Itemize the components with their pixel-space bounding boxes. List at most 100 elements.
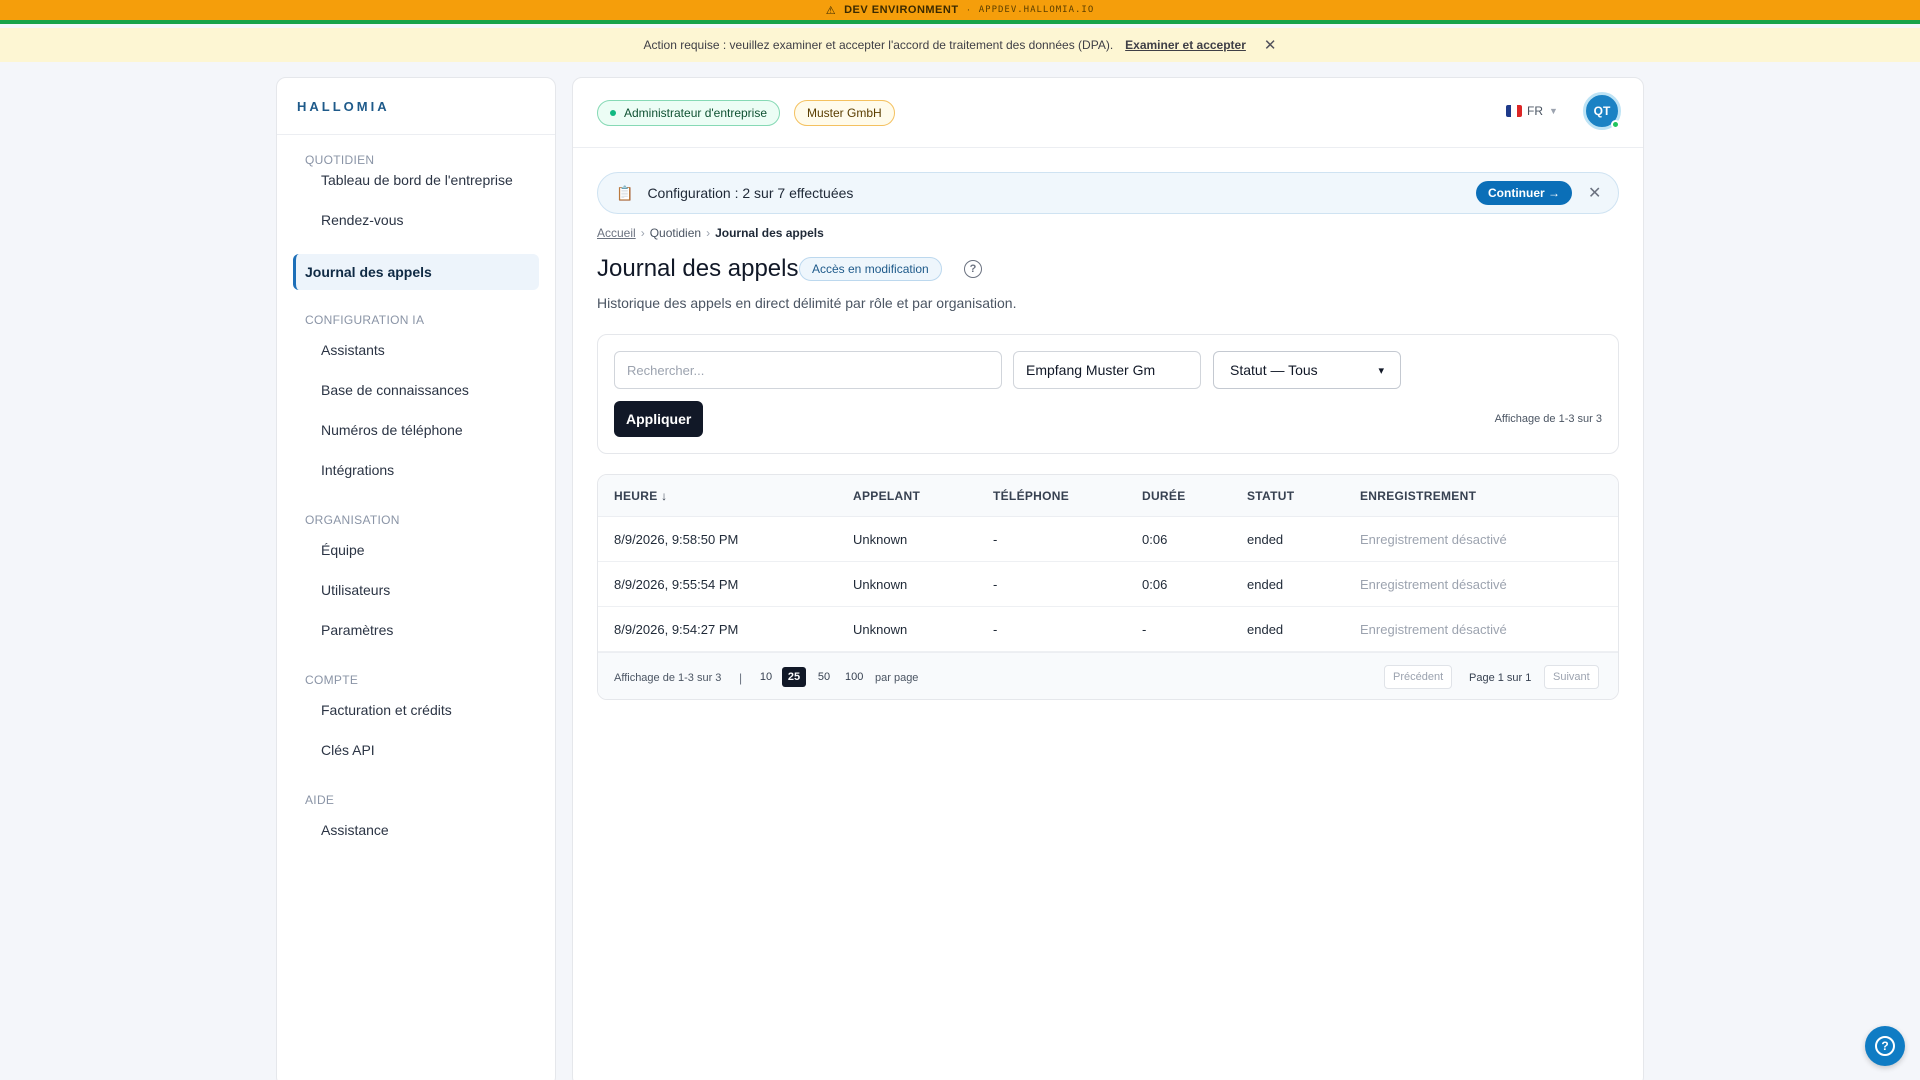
- breadcrumb-separator: ›: [706, 226, 711, 240]
- page-size-50[interactable]: 50: [812, 667, 836, 687]
- nav-section-organization: ORGANISATION: [305, 513, 400, 527]
- online-status-icon: [1611, 120, 1620, 129]
- cell-caller: Unknown: [853, 622, 908, 637]
- sidebar-item-label: Intégrations: [321, 462, 395, 478]
- column-header-time[interactable]: HEURE ↓: [614, 489, 667, 503]
- table-header: HEURE ↓ APPELANT TÉLÉPHONE DURÉE STATUT …: [598, 475, 1618, 517]
- sidebar-item-phone-numbers[interactable]: Numéros de téléphone: [293, 412, 539, 448]
- column-header-duration: DURÉE: [1142, 489, 1186, 503]
- sidebar-item-label: Équipe: [321, 542, 365, 558]
- footer-results-count: Affichage de 1-3 sur 3: [614, 672, 722, 684]
- footer-separator: |: [739, 671, 743, 685]
- apply-button[interactable]: Appliquer: [614, 401, 704, 437]
- page-size-100[interactable]: 100: [840, 667, 868, 687]
- cell-duration: 0:06: [1142, 577, 1168, 592]
- status-select-value: Statut — Tous: [1230, 362, 1318, 378]
- continue-button[interactable]: Continuer →: [1476, 181, 1572, 205]
- sidebar-item-label: Utilisateurs: [321, 582, 391, 598]
- results-count: Affichage de 1-3 sur 3: [1494, 413, 1602, 425]
- topbar: Administrateur d'entreprise Muster GmbH …: [573, 78, 1643, 148]
- dpa-action-text: Action requise : veuillez examiner et ac…: [643, 38, 1114, 52]
- cell-duration: 0:06: [1142, 532, 1168, 547]
- sidebar-item-appointments[interactable]: Rendez-vous: [293, 202, 539, 238]
- close-icon[interactable]: ✕: [1264, 36, 1277, 54]
- cell-duration: -: [1142, 622, 1147, 637]
- next-page-button[interactable]: Suivant: [1544, 665, 1599, 689]
- status-select[interactable]: Statut — Tous ▾: [1213, 351, 1401, 389]
- chevron-down-icon: ▼: [1549, 106, 1558, 116]
- help-circle-icon: ?: [1875, 1036, 1895, 1056]
- page-size-10[interactable]: 10: [754, 667, 778, 687]
- cell-status: ended: [1247, 532, 1284, 547]
- dev-environment-banner: ⚠ DEV ENVIRONMENT · APPDEV.HALLOMIA.IO: [0, 0, 1920, 24]
- page-size-25[interactable]: 25: [782, 667, 806, 687]
- setup-progress-banner: 📋 Configuration : 2 sur 7 effectuées Con…: [597, 172, 1619, 214]
- cell-recording: Enregistrement désactivé: [1360, 532, 1507, 547]
- table-row[interactable]: 8/9/2026, 9:54:27 PM Unknown - - ended E…: [598, 607, 1618, 652]
- sidebar-item-assistants[interactable]: Assistants: [293, 332, 539, 368]
- breadcrumb: Accueil › Quotidien › Journal des appels: [597, 226, 824, 240]
- breadcrumb-section[interactable]: Quotidien: [650, 226, 701, 240]
- nav-section-ai-config: CONFIGURATION IA: [305, 313, 425, 327]
- cell-recording: Enregistrement désactivé: [1360, 577, 1507, 592]
- cell-phone: -: [993, 577, 998, 592]
- sidebar-item-label: Base de connaissances: [321, 382, 469, 398]
- sidebar-item-label: Clés API: [321, 742, 375, 758]
- sidebar-item-knowledge-base[interactable]: Base de connaissances: [293, 372, 539, 408]
- avatar-initials: QT: [1593, 104, 1611, 118]
- main-panel: Administrateur d'entreprise Muster GmbH …: [572, 77, 1644, 1080]
- sidebar-item-support[interactable]: Assistance: [293, 812, 539, 848]
- sidebar-item-label: Assistance: [321, 822, 389, 838]
- cell-status: ended: [1247, 577, 1284, 592]
- sidebar-item-dashboard[interactable]: Tableau de bord de l'entreprise: [293, 162, 539, 198]
- filter-panel: Statut — Tous ▾ Appliquer Affichage de 1…: [597, 334, 1619, 454]
- help-icon[interactable]: ?: [964, 260, 982, 278]
- sidebar: HALLOMIA QUOTIDIEN Tableau de bord de l'…: [276, 77, 556, 1080]
- organization-filter-input[interactable]: [1013, 351, 1201, 389]
- cell-phone: -: [993, 532, 998, 547]
- help-fab-button[interactable]: ?: [1865, 1026, 1905, 1066]
- page-info: Page 1 sur 1: [1469, 672, 1532, 684]
- previous-page-button[interactable]: Précédent: [1384, 665, 1453, 689]
- sidebar-item-team[interactable]: Équipe: [293, 532, 539, 568]
- sidebar-item-label: Paramètres: [321, 622, 394, 638]
- close-icon[interactable]: ✕: [1588, 183, 1601, 203]
- sidebar-item-label: Tableau de bord de l'entreprise: [321, 172, 513, 188]
- dpa-action-banner: Action requise : veuillez examiner et ac…: [0, 28, 1920, 62]
- breadcrumb-home[interactable]: Accueil: [597, 226, 636, 240]
- review-accept-link[interactable]: Examiner et accepter: [1125, 38, 1246, 52]
- column-header-phone: TÉLÉPHONE: [993, 489, 1070, 503]
- sidebar-item-label: Facturation et crédits: [321, 702, 452, 718]
- organization-badge-label: Muster GmbH: [807, 106, 882, 120]
- role-badge: Administrateur d'entreprise: [597, 100, 781, 126]
- language-selector[interactable]: FR ▼: [1506, 104, 1558, 118]
- page-title: Journal des appels: [597, 255, 799, 282]
- sidebar-item-billing[interactable]: Facturation et crédits: [293, 692, 539, 728]
- sidebar-item-label: Numéros de téléphone: [321, 422, 463, 438]
- language-label: FR: [1527, 104, 1543, 118]
- table-row[interactable]: 8/9/2026, 9:58:50 PM Unknown - 0:06 ende…: [598, 517, 1618, 562]
- table-footer: Affichage de 1-3 sur 3 | 10 25 50 100 pa…: [598, 652, 1618, 699]
- clipboard-icon: 📋: [616, 184, 634, 201]
- cell-caller: Unknown: [853, 577, 908, 592]
- user-avatar[interactable]: QT: [1583, 92, 1621, 130]
- sidebar-item-users[interactable]: Utilisateurs: [293, 572, 539, 608]
- sidebar-item-integrations[interactable]: Intégrations: [293, 452, 539, 488]
- sidebar-item-label: Assistants: [321, 342, 385, 358]
- brand-logo[interactable]: HALLOMIA: [277, 78, 555, 135]
- organization-badge[interactable]: Muster GmbH: [794, 100, 895, 126]
- sidebar-item-call-log[interactable]: Journal des appels: [293, 254, 539, 290]
- search-input[interactable]: [614, 351, 1002, 389]
- nav-section-help: AIDE: [305, 793, 335, 807]
- sidebar-item-settings[interactable]: Paramètres: [293, 612, 539, 648]
- table-row[interactable]: 8/9/2026, 9:55:54 PM Unknown - 0:06 ende…: [598, 562, 1618, 607]
- page-subtitle: Historique des appels en direct délimité…: [597, 295, 1017, 311]
- sidebar-item-label: Rendez-vous: [321, 212, 404, 228]
- column-header-caller: APPELANT: [853, 489, 921, 503]
- role-badge-label: Administrateur d'entreprise: [624, 106, 768, 120]
- sidebar-item-api-keys[interactable]: Clés API: [293, 732, 539, 768]
- cell-time: 8/9/2026, 9:58:50 PM: [614, 532, 739, 547]
- column-header-recording: ENREGISTREMENT: [1360, 489, 1477, 503]
- setup-progress-text: Configuration : 2 sur 7 effectuées: [647, 185, 854, 201]
- cell-caller: Unknown: [853, 532, 908, 547]
